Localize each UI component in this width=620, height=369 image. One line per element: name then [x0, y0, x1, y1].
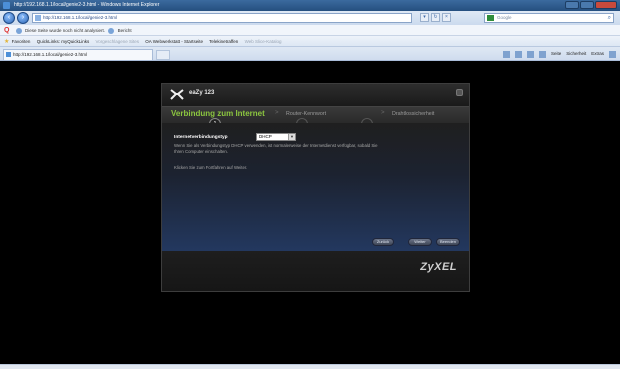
step-wireless-security: Drahtlossicherheit — [392, 111, 435, 117]
home-icon[interactable] — [502, 51, 510, 58]
zyxel-logo: ZyXEL — [420, 261, 457, 273]
command-bar: Seite Sicherheit Extras — [502, 49, 616, 59]
info-bar: Q Diese Seite wurde noch nicht analysier… — [0, 25, 620, 36]
report-icon — [108, 27, 115, 34]
window-controls — [565, 1, 617, 9]
close-button[interactable] — [595, 1, 617, 9]
refresh-icon[interactable]: ↻ — [431, 13, 440, 22]
connection-type-select[interactable]: DHCP ▼ — [256, 133, 296, 141]
tab-title: http://192.168.1.1/local/genie2-3.html — [13, 52, 88, 57]
ie-icon — [3, 2, 10, 9]
url-text: http://192.168.1.1/local/genie2-3.html — [43, 15, 118, 20]
favorite-item[interactable]: Web Slice-Katalog — [245, 39, 282, 44]
continue-hint: Klicken Sie zum Fortfahren auf Weiter. — [174, 165, 248, 170]
dhcp-hint: Wenn Sie als Verbindungstyp DHCP verwend… — [174, 143, 378, 154]
forward-button[interactable]: › — [17, 12, 29, 24]
browser-window: http://192.168.1.1/local/genie2-3.html -… — [0, 0, 620, 369]
step-separator: > — [275, 110, 279, 116]
wizard-header: eaZy 123 — [162, 84, 469, 106]
maximize-button[interactable] — [580, 1, 594, 9]
favorite-item[interactable]: Vorgeschlagene Sites — [95, 39, 139, 44]
address-bar: ‹ › http://192.168.1.1/local/genie2-3.ht… — [0, 11, 620, 25]
report-link[interactable]: Bericht — [118, 28, 132, 33]
url-input[interactable]: http://192.168.1.1/local/genie2-3.html — [32, 13, 412, 23]
window-title: http://192.168.1.1/local/genie2-3.html -… — [14, 2, 160, 8]
search-icon[interactable]: ⌕ — [608, 14, 611, 22]
stop-icon[interactable]: × — [442, 13, 451, 22]
back-wizard-button[interactable]: Zurück — [372, 238, 394, 246]
wizard-body: Internetverbindungstyp DHCP ▼ Wenn Sie a… — [162, 123, 469, 251]
step-router-password: Router-Kennwort — [286, 111, 327, 117]
safety-menu[interactable]: Sicherheit — [566, 49, 586, 59]
compat-icon[interactable]: ▾ — [420, 13, 429, 22]
address-actions: ▾ ↻ × — [420, 13, 451, 22]
status-icon — [15, 27, 22, 34]
mail-icon[interactable] — [526, 51, 534, 58]
step-internet-connection: Verbindung zum Internet — [171, 109, 265, 118]
wizard-steps: Verbindung zum Internet > Router-Kennwor… — [162, 106, 469, 130]
back-button[interactable]: ‹ — [3, 12, 15, 24]
exit-button[interactable]: Beenden — [436, 238, 460, 246]
print-icon[interactable] — [538, 51, 546, 58]
feeds-icon[interactable] — [514, 51, 522, 58]
favorite-item[interactable]: OA Webwerkstatt - Startseite — [145, 39, 203, 44]
google-logo-icon — [487, 15, 494, 21]
settings-icon[interactable] — [456, 89, 463, 96]
page-menu[interactable]: Seite — [551, 49, 561, 59]
select-value: DHCP — [259, 134, 272, 139]
connection-type-label: Internetverbindungstyp — [174, 135, 228, 140]
wizard-title: eaZy 123 — [189, 90, 215, 96]
favorites-button[interactable]: Favoriten — [12, 39, 31, 44]
status-bar — [0, 364, 620, 369]
step-separator: > — [381, 110, 385, 116]
help-icon[interactable] — [609, 51, 616, 58]
favorite-item[interactable]: QuickLinks: myQuickLinks — [37, 39, 90, 44]
wizard-footer: ZyXEL — [162, 251, 469, 291]
page-content: eaZy 123 Verbindung zum Internet > Route… — [0, 62, 620, 364]
tab-bar: http://192.168.1.1/local/genie2-3.html S… — [0, 47, 620, 61]
setup-wizard: eaZy 123 Verbindung zum Internet > Route… — [161, 83, 470, 292]
favorites-bar: ★ Favoriten QuickLinks: myQuickLinks Vor… — [0, 36, 620, 47]
new-tab-button[interactable] — [156, 50, 170, 60]
wizard-logo-icon — [170, 89, 184, 100]
tools-menu[interactable]: Extras — [591, 49, 604, 59]
info-message: Diese Seite wurde noch nicht analysiert. — [24, 28, 106, 33]
chevron-down-icon: ▼ — [288, 134, 295, 140]
search-placeholder: Google — [497, 15, 512, 20]
search-input[interactable]: Google ⌕ — [484, 13, 614, 23]
page-icon — [35, 15, 41, 21]
star-icon: ★ — [4, 39, 10, 45]
minimize-button[interactable] — [565, 1, 579, 9]
page-icon — [6, 52, 11, 57]
title-bar: http://192.168.1.1/local/genie2-3.html -… — [0, 0, 620, 11]
next-button[interactable]: Weiter — [408, 238, 432, 246]
q-logo-icon: Q — [4, 27, 10, 34]
favorite-item[interactable]: Telekinetraffen — [209, 39, 238, 44]
tab-active[interactable]: http://192.168.1.1/local/genie2-3.html — [3, 49, 153, 60]
